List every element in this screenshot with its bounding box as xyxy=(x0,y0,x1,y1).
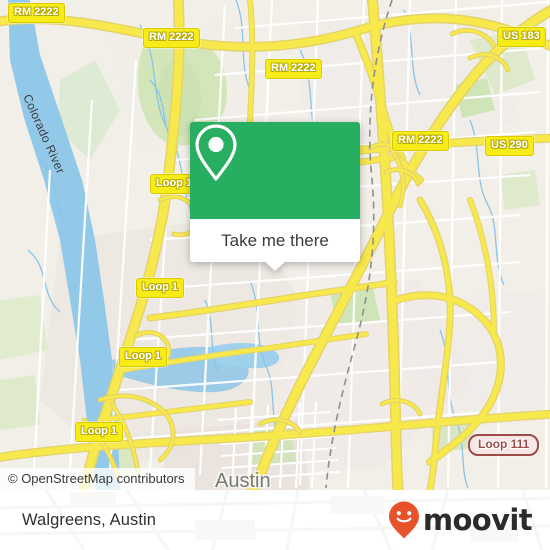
highway-shield-loop1-4[interactable]: Loop 1 xyxy=(75,422,124,442)
highway-shield-loop111[interactable]: Loop 111 xyxy=(468,434,540,456)
moovit-smiley-pin-icon xyxy=(388,501,419,539)
moovit-map-screen: Colorado River Austin RM 2222 RM 2222 RM… xyxy=(0,0,550,550)
popup-action-label: Take me there xyxy=(221,230,329,250)
bottom-bar-content: Walgreens, Austin moovit xyxy=(0,490,550,550)
place-name-label: Walgreens, Austin xyxy=(22,510,157,529)
popup-tail-icon xyxy=(264,261,286,271)
highway-shield-loop1-2[interactable]: Loop 1 xyxy=(136,278,185,298)
map-pin-icon xyxy=(195,124,237,181)
popup-action-row[interactable]: Take me there xyxy=(190,219,360,271)
take-me-there-popup[interactable]: Take me there xyxy=(190,122,360,271)
highway-shield-loop1-3[interactable]: Loop 1 xyxy=(119,347,168,367)
highway-shield-rm2222-3[interactable]: RM 2222 xyxy=(265,59,322,79)
highway-shield-rm2222-2[interactable]: RM 2222 xyxy=(143,28,200,48)
highway-shield-us183[interactable]: US 183 xyxy=(497,27,546,47)
moovit-logo[interactable]: moovit xyxy=(387,500,533,540)
bottom-info-bar: Walgreens, Austin moovit xyxy=(0,490,550,550)
map-attribution[interactable]: © OpenStreetMap contributors xyxy=(0,468,195,490)
highway-shield-rm2222-4[interactable]: RM 2222 xyxy=(392,131,449,151)
highway-shield-rm2222-1[interactable]: RM 2222 xyxy=(8,3,65,23)
moovit-wordmark: moovit xyxy=(422,503,533,537)
popup-icon-area xyxy=(190,122,360,219)
map-canvas[interactable]: Colorado River Austin RM 2222 RM 2222 RM… xyxy=(0,0,550,490)
highway-shield-us290[interactable]: US 290 xyxy=(485,136,534,156)
